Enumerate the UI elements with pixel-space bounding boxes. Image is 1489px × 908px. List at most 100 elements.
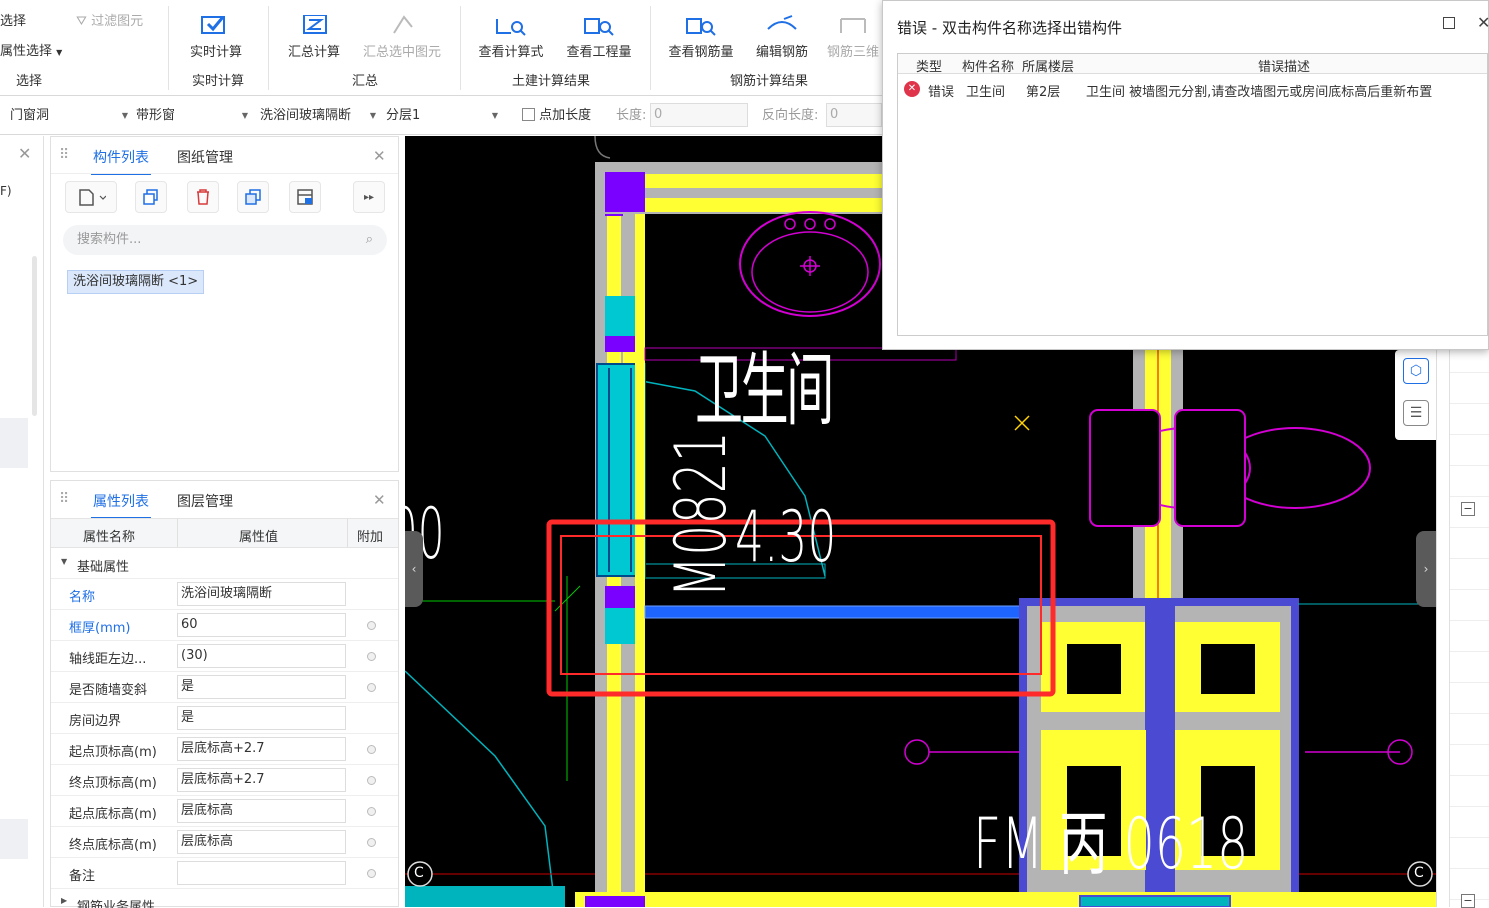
chevron-down-icon: ▼: [241, 111, 248, 120]
opening: [1067, 644, 1121, 694]
summary-calc-label: 汇总计算: [287, 45, 340, 60]
extra-checkbox[interactable]: [367, 807, 376, 816]
extra-checkbox[interactable]: [367, 621, 376, 630]
section-basic-properties[interactable]: ▼ 基础属性: [51, 549, 398, 579]
layer-value: 分层1: [386, 108, 421, 123]
property-value-input[interactable]: (30): [177, 644, 346, 668]
property-row: 房间边界 是: [51, 703, 398, 734]
property-row: 名称 洗浴间玻璃隔断: [51, 579, 398, 610]
search-input[interactable]: 搜索构件... ⌕: [63, 225, 387, 255]
collapse-right-arrow[interactable]: ›: [1416, 531, 1436, 607]
extra-checkbox[interactable]: [367, 652, 376, 661]
drag-handle-icon[interactable]: ⠿: [59, 147, 69, 163]
add-length-label: 点加长度: [539, 108, 592, 123]
property-select-button[interactable]: 属性选择 ▼: [0, 40, 62, 59]
property-value-input[interactable]: 层底标高: [177, 799, 346, 823]
close-icon[interactable]: ✕: [373, 491, 386, 509]
copy-component-button[interactable]: [135, 181, 167, 213]
section-rebar-properties[interactable]: ▶ 钢筋业务属性: [51, 890, 398, 908]
subtype-dropdown[interactable]: 带形窗 ▼: [136, 105, 248, 127]
property-value-input[interactable]: 是: [177, 675, 346, 699]
component-list-item[interactable]: 洗浴间玻璃隔断 <1>: [67, 270, 205, 294]
view-rebar-button[interactable]: 查看钢筋量: [662, 0, 740, 60]
copy-floor-button[interactable]: [237, 181, 269, 213]
selected-row[interactable]: [0, 819, 28, 859]
double-chevron-right-icon: ▸▸: [363, 191, 375, 203]
view-quantity-button[interactable]: 查看工程量: [560, 0, 638, 60]
length-input[interactable]: 0: [650, 103, 748, 127]
close-icon[interactable]: ✕: [373, 147, 386, 165]
filter-element-button[interactable]: ⛛ 过滤图元: [76, 10, 143, 29]
extra-checkbox[interactable]: [367, 869, 376, 878]
property-value-input[interactable]: 是: [177, 706, 346, 730]
property-value-input[interactable]: 洗浴间玻璃隔断: [177, 582, 346, 606]
group-separator: [268, 6, 269, 90]
extra-checkbox[interactable]: [367, 683, 376, 692]
collapse-icon[interactable]: −: [1461, 894, 1475, 908]
new-component-button[interactable]: [65, 181, 117, 213]
divider: [177, 519, 178, 547]
category-dropdown[interactable]: 门窗洞 ▼: [10, 105, 128, 127]
edit-rebar-button[interactable]: 编辑钢筋: [750, 0, 814, 60]
view-rebar-icon: [686, 18, 716, 36]
view-rebar-label: 查看钢筋量: [668, 45, 734, 60]
property-name: 终点顶标高(m): [69, 776, 157, 791]
error-component-name[interactable]: 卫生间: [966, 81, 1005, 100]
more-tools-button[interactable]: ▸▸: [353, 181, 385, 213]
error-description: 卫生间 被墙图元分割,请查改墙图元或房间底标高后重新布置: [1086, 85, 1433, 100]
property-name: 终点底标高(m): [69, 838, 157, 853]
tab-drawing-management[interactable]: 图纸管理: [177, 147, 233, 167]
wall-cyan: [405, 886, 565, 907]
collapse-left-arrow[interactable]: ‹: [405, 531, 423, 607]
property-row: 起点底标高(m) 层底标高: [51, 796, 398, 827]
group-separator: [650, 6, 651, 90]
tab-property-list[interactable]: 属性列表: [91, 491, 151, 519]
tab-component-list[interactable]: 构件列表: [91, 147, 151, 175]
error-row[interactable]: ✕ 错误 卫生间 第2层 卫生间 被墙图元分割,请查改墙图元或房间底标高后重新布…: [898, 76, 1487, 102]
property-value-input[interactable]: 层底标高+2.7: [177, 768, 346, 792]
tab-layer-management[interactable]: 图层管理: [177, 491, 233, 511]
scrollbar[interactable]: [32, 256, 37, 416]
dialog-titlebar[interactable]: 错误 - 双击构件名称选择出错构件 ✕: [883, 1, 1489, 53]
realtime-calc-label: 实时计算: [189, 45, 242, 60]
summary-selected-button[interactable]: 汇总选中图元: [354, 0, 450, 60]
glass-partition-selected[interactable]: [644, 605, 1026, 619]
error-dialog: 错误 - 双击构件名称选择出错构件 ✕ 类型 构件名称 所属楼层 错误描述 ✕ …: [882, 0, 1489, 350]
group-label-summary: 汇总: [352, 74, 379, 89]
import-component-button[interactable]: [289, 181, 321, 213]
property-select-label: 属性选择: [0, 44, 53, 59]
collapse-icon[interactable]: −: [1461, 502, 1475, 516]
3d-view-icon[interactable]: ⬡: [1403, 358, 1429, 384]
extra-checkbox[interactable]: [367, 745, 376, 754]
property-row: 框厚(mm) 60: [51, 610, 398, 641]
realtime-calc-button[interactable]: 实时计算: [184, 0, 248, 60]
property-value-input[interactable]: 层底标高+2.7: [177, 737, 346, 761]
selected-row[interactable]: [0, 418, 28, 468]
subtype-value: 带形窗: [136, 108, 176, 123]
length-label: 长度:: [616, 108, 647, 123]
extra-checkbox[interactable]: [367, 838, 376, 847]
property-value-input[interactable]: 60: [177, 613, 346, 637]
maximize-icon[interactable]: [1443, 17, 1455, 29]
error-icon: ✕: [904, 81, 920, 97]
reverse-length-input[interactable]: 0: [826, 103, 882, 127]
rebar-3d-button[interactable]: 钢筋三维: [822, 0, 884, 60]
property-value-input[interactable]: [177, 861, 346, 885]
summary-calc-button[interactable]: 汇总计算: [282, 0, 346, 60]
close-icon[interactable]: ✕: [1477, 13, 1489, 32]
layers-icon: [245, 189, 261, 205]
extra-checkbox[interactable]: [367, 776, 376, 785]
select-button[interactable]: 选择: [0, 10, 26, 29]
property-value-input[interactable]: 层底标高: [177, 830, 346, 854]
delete-component-button[interactable]: [187, 181, 219, 213]
snap-marker: [1014, 415, 1030, 431]
group-label-rebar: 钢筋计算结果: [730, 74, 809, 89]
drag-handle-icon[interactable]: ⠿: [59, 491, 69, 507]
component-dropdown[interactable]: 洗浴间玻璃隔断 ▼: [260, 105, 376, 127]
properties-icon[interactable]: ☰: [1403, 400, 1429, 426]
view-formula-button[interactable]: 查看计算式: [472, 0, 550, 60]
add-length-checkbox[interactable]: 点加长度: [522, 105, 606, 127]
close-icon[interactable]: ✕: [18, 144, 31, 163]
layer-dropdown[interactable]: 分层1 ▼: [386, 105, 498, 127]
chevron-down-icon: ▼: [121, 111, 128, 120]
